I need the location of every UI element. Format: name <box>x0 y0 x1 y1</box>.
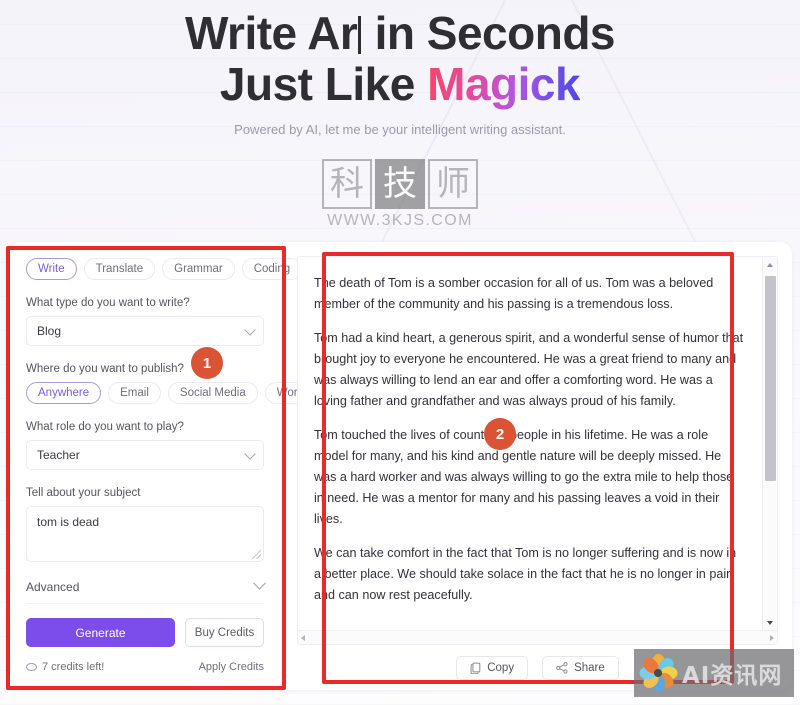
publish-option-social-media[interactable]: Social Media <box>167 382 258 404</box>
main-card: Write Translate Grammar Coding What type… <box>8 242 792 690</box>
role-select[interactable]: Teacher <box>26 440 264 470</box>
page-root: Write Ar in Seconds Just Like Magick Pow… <box>0 0 800 705</box>
share-icon <box>556 662 568 674</box>
advanced-label: Advanced <box>26 580 80 594</box>
tab-translate[interactable]: Translate <box>83 258 156 280</box>
page-title-accent: Magick <box>427 58 581 110</box>
publish-target-label: Where do you want to publish? <box>26 363 184 375</box>
composer-actions: Generate Buy Credits <box>26 618 264 647</box>
tab-grammar[interactable]: Grammar <box>162 258 235 280</box>
coin-icon <box>26 663 37 671</box>
flower-logo-icon <box>638 653 678 693</box>
share-button[interactable]: Share <box>542 656 619 680</box>
scroll-down-arrow-icon[interactable] <box>763 615 778 630</box>
subject-value: tom is dead <box>37 515 100 529</box>
watermark-logo-boxes: 科 技 师 <box>315 159 485 209</box>
watermark-logo-url: WWW.3KJS.COM <box>327 212 473 229</box>
generate-button[interactable]: Generate <box>26 618 175 647</box>
scroll-up-arrow-icon[interactable] <box>763 257 778 272</box>
annotation-badge-1: 1 <box>191 347 223 379</box>
output-vertical-scrollbar[interactable] <box>762 257 777 630</box>
clipboard-icon <box>470 662 481 674</box>
publish-option-anywhere[interactable]: Anywhere <box>26 382 102 404</box>
tab-write[interactable]: Write <box>26 258 77 280</box>
output-text[interactable]: The death of Tom is a somber occasion fo… <box>298 257 762 630</box>
corner-watermark: AI资讯网 <box>634 649 794 697</box>
role-label: What role do you want to play? <box>26 421 184 433</box>
output-container: The death of Tom is a somber occasion fo… <box>297 256 778 645</box>
watermark-logo-char-3: 师 <box>428 159 478 209</box>
role-value: Teacher <box>37 448 80 462</box>
mode-tabs: Write Translate Grammar Coding <box>26 258 303 280</box>
output-horizontal-scrollbar[interactable] <box>298 630 777 644</box>
vertical-scroll-track[interactable] <box>763 272 778 615</box>
page-title-line1-before: Write Ar <box>184 7 358 59</box>
advanced-toggle[interactable]: Advanced <box>26 576 266 604</box>
page-subtitle: Powered by AI, let me be your intelligen… <box>234 122 566 137</box>
share-button-label: Share <box>574 662 605 674</box>
annotation-badge-2: 2 <box>484 418 516 450</box>
flower-center <box>654 669 662 677</box>
hero-section: Write Ar in Seconds Just Like Magick Pow… <box>0 0 800 138</box>
buy-credits-button[interactable]: Buy Credits <box>185 618 264 647</box>
output-paragraph: The death of Tom is a somber occasion fo… <box>314 276 714 311</box>
scroll-left-arrow-icon[interactable] <box>301 634 305 641</box>
text-caret <box>358 16 362 54</box>
write-type-select[interactable]: Blog <box>26 316 264 346</box>
page-title-line2: Just Like Magick <box>0 59 800 110</box>
subject-label: Tell about your subject <box>26 487 141 499</box>
subject-input[interactable]: tom is dead <box>26 506 264 562</box>
watermark-logo-char-1: 科 <box>322 159 372 209</box>
vertical-scroll-thumb[interactable] <box>764 276 776 481</box>
chevron-down-icon <box>244 448 256 460</box>
watermark-logo: 科 技 师 WWW.3KJS.COM <box>315 159 485 230</box>
corner-watermark-text: AI资讯网 <box>682 663 783 689</box>
output-paragraph: Tom touched the lives of countless peopl… <box>314 428 734 526</box>
credits-status: 7 credits left! <box>26 661 104 673</box>
output-body: The death of Tom is a somber occasion fo… <box>298 257 777 630</box>
write-type-label: What type do you want to write? <box>26 297 190 309</box>
output-paragraph: Tom had a kind heart, a generous spirit,… <box>314 331 744 408</box>
chevron-down-icon <box>244 324 256 336</box>
apply-credits-link[interactable]: Apply Credits <box>199 661 264 673</box>
page-title-line2-plain: Just Like <box>219 58 428 110</box>
publish-target-options: Anywhere Email Social Media Work <box>26 382 316 404</box>
copy-button[interactable]: Copy <box>456 656 529 680</box>
page-title: Write Ar in Seconds Just Like Magick <box>0 8 800 110</box>
composer-panel: Write Translate Grammar Coding What type… <box>8 242 316 690</box>
watermark-logo-char-2: 技 <box>375 159 425 209</box>
page-title-line1-after: in Seconds <box>362 7 616 59</box>
output-panel: The death of Tom is a somber occasion fo… <box>283 242 792 690</box>
resize-grip-icon[interactable] <box>252 550 261 559</box>
output-paragraph: We can take comfort in the fact that Tom… <box>314 546 737 602</box>
scroll-right-arrow-icon[interactable] <box>770 634 774 641</box>
write-type-value: Blog <box>37 324 62 338</box>
copy-button-label: Copy <box>487 662 515 674</box>
credits-text: 7 credits left! <box>42 661 105 673</box>
chevron-down-icon <box>253 576 266 590</box>
credits-row: 7 credits left! Apply Credits <box>26 661 264 673</box>
publish-option-email[interactable]: Email <box>108 382 161 404</box>
